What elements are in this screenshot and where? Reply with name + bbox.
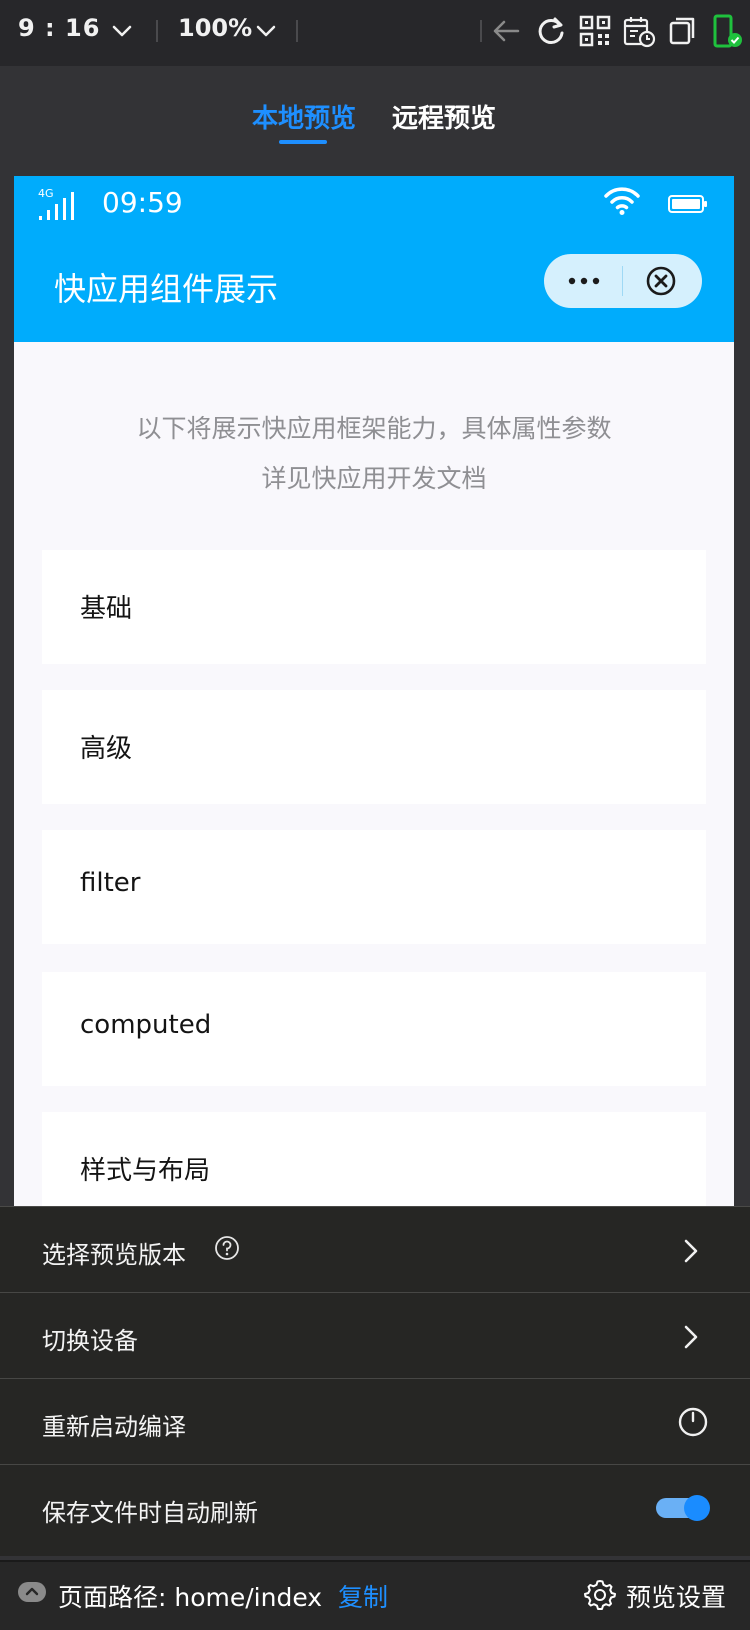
intro-text: 以下将展示快应用框架能力，具体属性参数 详见快应用开发文档 — [14, 404, 734, 504]
app-title-bar: 快应用组件展示 — [14, 230, 734, 342]
toolbar-divider — [296, 20, 298, 42]
select-preview-version-row[interactable]: 选择预览版本 — [0, 1207, 750, 1293]
device-screen: 4G 09:59 快应用组件展示 以下将展示快应用框架能力，具体属性参数 详见快… — [14, 176, 734, 1206]
list-item-label: 样式与布局 — [80, 1156, 211, 1186]
close-app-icon[interactable] — [644, 264, 678, 298]
switch-device-row[interactable]: 切换设备 — [0, 1293, 750, 1379]
device-clock: 09:59 — [102, 186, 183, 219]
help-icon[interactable] — [214, 1235, 240, 1261]
auto-refresh-row: 保存文件时自动刷新 — [0, 1465, 750, 1551]
toolbar-divider — [480, 20, 482, 42]
list-item-label: 基础 — [80, 594, 133, 624]
window-copy-icon[interactable] — [666, 14, 700, 48]
auto-refresh-toggle[interactable] — [656, 1493, 712, 1523]
intro-line-2: 详见快应用开发文档 — [261, 464, 487, 493]
capsule-divider — [622, 266, 623, 296]
top-toolbar: 9 : 16 100% — [0, 0, 750, 66]
list-item-label: 高级 — [80, 734, 133, 764]
list-item-label: computed — [80, 1010, 212, 1040]
cellular-signal-icon: 4G — [38, 187, 74, 220]
zoom-level[interactable]: 100% — [178, 14, 252, 42]
tab-local-preview[interactable]: 本地预览 — [252, 98, 356, 135]
more-options-icon[interactable] — [562, 268, 606, 294]
refresh-icon[interactable] — [534, 14, 568, 48]
preview-settings-button[interactable]: 预览设置 — [626, 1578, 726, 1614]
calendar-clock-icon[interactable] — [622, 14, 656, 48]
row-label: 保存文件时自动刷新 — [42, 1499, 258, 1527]
device-status-icon[interactable] — [710, 14, 744, 48]
preview-settings-panel: 选择预览版本 切换设备 重新启动编译 保存文件时自动刷新 — [0, 1206, 750, 1556]
expand-up-icon[interactable] — [18, 1582, 46, 1602]
toolbar-divider — [156, 20, 158, 42]
app-title: 快应用组件展示 — [54, 270, 279, 308]
simulator-window: 9 : 16 100% 本地预览 远程预览 4G 09:59 快应用组件展示 以… — [0, 0, 750, 1630]
chevron-right-icon — [684, 1239, 698, 1263]
gear-icon[interactable] — [584, 1578, 616, 1610]
bottom-bar: 页面路径: home/index 复制 预览设置 — [0, 1560, 750, 1630]
tab-remote-preview[interactable]: 远程预览 — [392, 98, 496, 135]
network-type: 4G — [38, 187, 54, 200]
back-arrow-icon[interactable] — [490, 14, 524, 48]
qr-code-icon[interactable] — [578, 14, 612, 48]
intro-line-1: 以下将展示快应用框架能力，具体属性参数 — [136, 414, 612, 443]
wifi-icon — [604, 187, 640, 215]
row-label: 切换设备 — [42, 1327, 138, 1355]
list-item-advanced[interactable]: 高级 — [42, 690, 706, 804]
list-item-computed[interactable]: computed — [42, 972, 706, 1086]
list-item-style-layout[interactable]: 样式与布局 — [42, 1112, 706, 1206]
menu-capsule — [544, 254, 702, 308]
row-label: 选择预览版本 — [42, 1241, 186, 1269]
timer-display: 9 : 16 — [18, 14, 101, 42]
active-tab-indicator — [279, 140, 327, 144]
preview-tabs: 本地预览 远程预览 — [0, 66, 750, 176]
list-item-label: filter — [80, 868, 141, 898]
list-item-filter[interactable]: filter — [42, 830, 706, 944]
chevron-down-icon[interactable] — [252, 17, 280, 45]
chevron-right-icon — [684, 1325, 698, 1349]
row-label: 重新启动编译 — [42, 1413, 186, 1441]
status-bar: 4G 09:59 — [14, 176, 734, 230]
list-item-basic[interactable]: 基础 — [42, 550, 706, 664]
restart-icon[interactable] — [676, 1405, 710, 1439]
restart-compile-row[interactable]: 重新启动编译 — [0, 1379, 750, 1465]
copy-path-button[interactable]: 复制 — [338, 1578, 388, 1614]
page-path: 页面路径: home/index — [58, 1583, 323, 1612]
battery-icon — [668, 195, 707, 213]
chevron-down-icon[interactable] — [108, 17, 136, 45]
